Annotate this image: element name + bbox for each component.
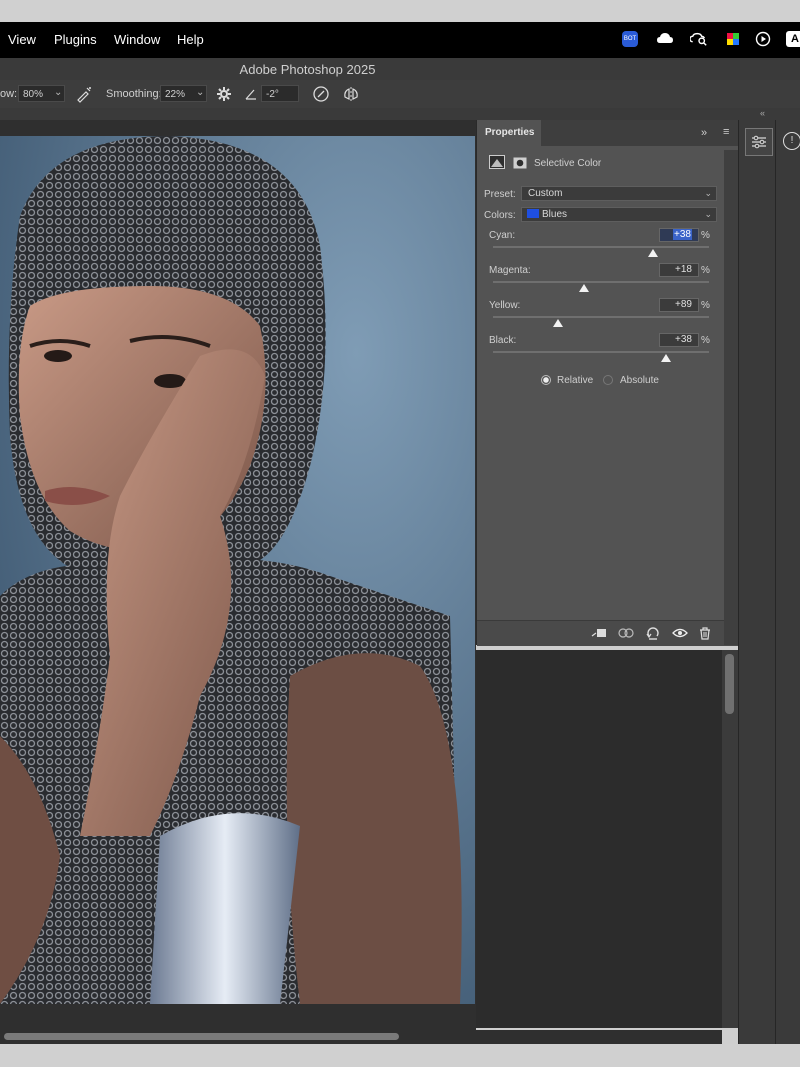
symmetry-icon[interactable] [342, 85, 360, 108]
yellow-slider-thumb[interactable] [552, 319, 563, 327]
pressure-icon[interactable] [312, 85, 330, 108]
selective-color-icon [489, 155, 505, 174]
tool-options-bar: ow: 80% ⌄ Smoothing: 22% ⌄ -2° [0, 80, 800, 109]
smoothing-label: Smoothing: [106, 88, 162, 100]
info-icon[interactable]: ! [783, 132, 800, 150]
window-title: Adobe Photoshop 2025 [239, 62, 376, 77]
preset-label: Preset: [484, 189, 516, 200]
cloud-sync-icon[interactable] [656, 30, 674, 48]
panel-menu-icon[interactable]: ≡ [723, 126, 729, 138]
flow-value: 80% [23, 89, 44, 100]
preset-dropdown[interactable]: Custom ⌄ [521, 186, 717, 201]
tray-app-letter: A [791, 33, 799, 45]
black-label: Black: [489, 335, 517, 346]
adjustments-sliders-icon[interactable] [745, 128, 773, 156]
black-slider-thumb[interactable] [660, 354, 671, 362]
clip-to-layer-icon[interactable] [591, 627, 607, 642]
smoothing-value: 22% [165, 89, 186, 100]
menu-window[interactable]: Window [114, 32, 160, 47]
yellow-percent: % [701, 300, 710, 311]
dock-divider [775, 120, 776, 1044]
chevron-down-icon[interactable]: ⌄ [54, 87, 62, 98]
chevron-down-icon[interactable]: ⌄ [196, 87, 204, 98]
reset-icon[interactable] [646, 627, 660, 643]
black-slider-track[interactable] [493, 351, 709, 353]
magenta-slider-track[interactable] [493, 281, 709, 283]
adjustment-title: Selective Color [534, 158, 602, 169]
angle-field[interactable]: -2° [261, 85, 299, 102]
gear-icon[interactable] [216, 86, 232, 107]
airbrush-icon[interactable] [75, 85, 93, 108]
view-previous-icon[interactable] [618, 627, 634, 642]
layers-scrollbar[interactable] [722, 650, 738, 1028]
colors-value: Blues [542, 209, 568, 220]
magenta-value-field[interactable]: +18 [659, 263, 699, 277]
magenta-label: Magenta: [489, 265, 531, 276]
document-tab-strip: « [0, 108, 800, 120]
yellow-value: +89 [675, 299, 692, 310]
menu-plugins[interactable]: Plugins [54, 32, 97, 47]
yellow-label: Yellow: [489, 300, 521, 311]
top-screen-strip [0, 0, 800, 22]
relative-radio[interactable] [541, 375, 551, 385]
colors-swatch [527, 209, 539, 218]
layer-mask-icon[interactable] [513, 156, 527, 174]
cyan-value-field[interactable]: +38 [659, 228, 699, 242]
right-dock: ! [738, 120, 800, 1044]
cyan-slider-thumb[interactable] [647, 249, 658, 257]
trash-icon[interactable] [699, 627, 711, 643]
layers-panel-area [476, 650, 722, 1028]
cyan-value: +38 [673, 229, 692, 240]
black-value-field[interactable]: +38 [659, 333, 699, 347]
panel-scrollbar[interactable] [724, 150, 738, 645]
cyan-percent: % [701, 230, 710, 241]
magenta-percent: % [701, 265, 710, 276]
colors-label: Colors: [484, 210, 516, 221]
cloud-search-icon[interactable] [690, 30, 708, 48]
horizontal-scrollbar[interactable] [0, 1030, 722, 1044]
cyan-label: Cyan: [489, 230, 516, 241]
yellow-slider-track[interactable] [493, 316, 709, 318]
title-bar: Adobe Photoshop 2025 [0, 58, 800, 80]
color-app-icon[interactable] [724, 30, 742, 48]
bottom-screen-strip [0, 1044, 800, 1067]
flow-label: ow: [0, 88, 18, 100]
angle-icon [244, 87, 258, 106]
absolute-radio[interactable] [603, 375, 613, 385]
panel-collapse-icon[interactable]: » [701, 127, 707, 139]
menu-help[interactable]: Help [177, 32, 204, 47]
tray-app-icon[interactable]: A [786, 31, 800, 47]
relative-label: Relative [557, 375, 594, 386]
menu-view[interactable]: View [8, 32, 36, 47]
collapse-icon[interactable]: « [760, 108, 765, 118]
panel-footer [477, 620, 739, 646]
preset-value: Custom [528, 188, 563, 199]
angle-value: -2° [266, 89, 279, 100]
tab-properties[interactable]: Properties [477, 120, 541, 146]
properties-panel: Properties » ≡ Selective Color Preset: C… [476, 120, 739, 646]
absolute-label: Absolute [620, 375, 659, 386]
cyan-slider-track[interactable] [493, 246, 709, 248]
black-value: +38 [675, 334, 692, 345]
chevron-down-icon: ⌄ [704, 209, 712, 219]
document-photo[interactable] [0, 136, 475, 1004]
layers-scroll-thumb[interactable] [725, 654, 734, 714]
tray-badge-icon[interactable]: BOT [622, 31, 638, 47]
colors-dropdown[interactable]: Blues ⌄ [521, 207, 717, 222]
magenta-slider-thumb[interactable] [578, 284, 589, 292]
play-circle-icon[interactable] [754, 30, 772, 48]
magenta-value: +18 [675, 264, 692, 275]
black-percent: % [701, 335, 710, 346]
tray-badge-text: BOT [623, 36, 637, 42]
horizontal-scroll-thumb[interactable] [4, 1033, 399, 1040]
eye-icon[interactable] [672, 627, 688, 642]
chevron-down-icon: ⌄ [704, 188, 712, 198]
menu-bar: View Plugins Window Help BOT A [0, 22, 800, 58]
yellow-value-field[interactable]: +89 [659, 298, 699, 312]
panel-tab-bar: Properties » ≡ [477, 120, 739, 146]
